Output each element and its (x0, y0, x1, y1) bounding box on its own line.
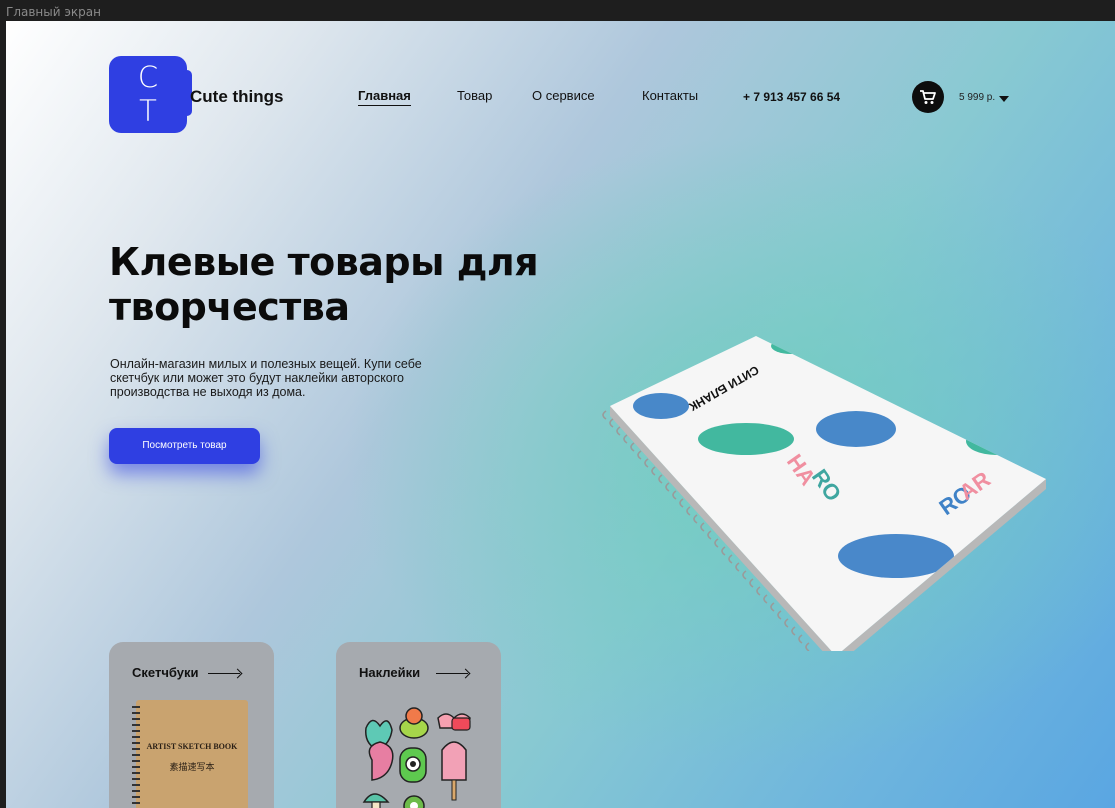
sketchbook-cover-title: ARTIST SKETCH BOOK (146, 742, 238, 751)
cart-button[interactable] (912, 81, 944, 113)
arrow-right-icon (208, 673, 240, 674)
notebook-illustration: HA RO RO AR YR ROA СИТИ БЛАНК (602, 336, 1046, 651)
spiral-rings (132, 706, 140, 808)
logo[interactable]: C T (109, 56, 192, 133)
sketchbook-image: ARTIST SKETCH BOOK 素描速写本 (132, 700, 248, 808)
category-card-stickers[interactable]: Наклейки (336, 642, 501, 808)
view-products-button[interactable]: Посмотреть товар (109, 428, 260, 464)
stickers-image (362, 707, 471, 808)
chevron-down-icon[interactable] (999, 96, 1009, 102)
hero-title: Клевые товары для творчества (109, 240, 539, 329)
main-screen: C T Cute things Главная Товар О сервисе … (6, 21, 1115, 808)
frame-label: Главный экран (6, 5, 101, 19)
sketchbook-cover-subtitle: 素描速写本 (169, 762, 215, 772)
nav-item-contacts[interactable]: Контакты (642, 88, 698, 103)
nav-item-home[interactable]: Главная (358, 88, 411, 106)
hero-description: Онлайн-магазин милых и полезных вещей. К… (110, 357, 422, 399)
cart-total[interactable]: 5 999 р. (959, 92, 995, 103)
card-title: Скетчбуки (132, 665, 199, 680)
brand-name[interactable]: Cute things (190, 87, 284, 107)
nav-item-products[interactable]: Товар (457, 88, 492, 103)
logo-letter-c: C (137, 60, 159, 94)
card-title: Наклейки (359, 665, 421, 680)
category-card-sketchbooks[interactable]: Скетчбуки ARTIST SKETCH BOOK 素描速写本 (109, 642, 274, 808)
cart-icon (920, 90, 936, 104)
logo-letter-t: T (139, 94, 157, 128)
phone-number[interactable]: + 7 913 457 66 54 (743, 90, 840, 104)
nav-item-about[interactable]: О сервисе (532, 88, 595, 103)
arrow-right-icon (436, 673, 468, 674)
